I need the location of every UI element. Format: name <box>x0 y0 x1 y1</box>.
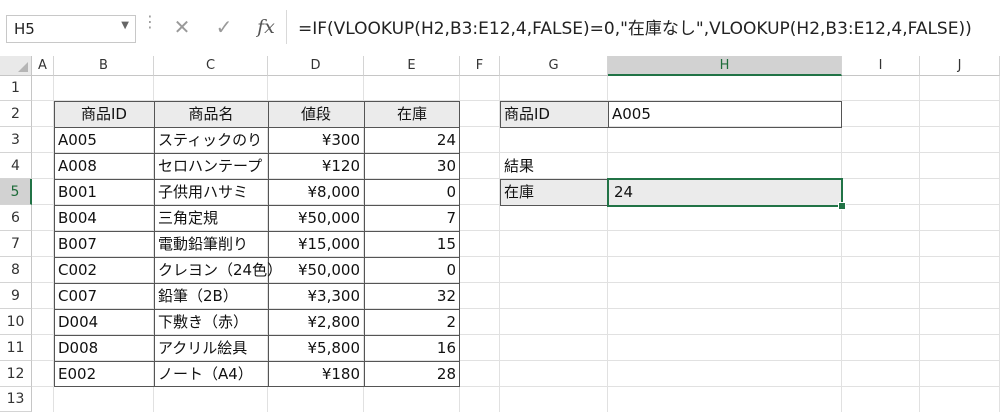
active-cell-selection[interactable] <box>607 178 843 207</box>
row-header-13[interactable]: 13 <box>0 387 32 412</box>
table-divider <box>54 179 460 180</box>
table-header-cell[interactable]: 商品ID <box>54 107 154 122</box>
table-divider <box>54 335 460 336</box>
table-cell[interactable]: D004 <box>58 315 98 330</box>
table-divider <box>54 127 460 128</box>
table-cell[interactable]: 28 <box>364 367 456 382</box>
row-header-5[interactable]: 5 <box>0 179 32 205</box>
table-cell[interactable]: スティックのり <box>158 133 262 148</box>
confirm-icon[interactable]: ✓ <box>210 12 238 42</box>
table-cell[interactable]: ¥5,800 <box>268 341 361 356</box>
table-cell[interactable]: 32 <box>364 289 456 304</box>
table-divider <box>154 101 155 387</box>
table-cell[interactable]: ¥8,000 <box>268 185 361 200</box>
table-cell[interactable]: 鉛筆（2B） <box>158 289 238 304</box>
table-cell[interactable]: 2 <box>364 315 456 330</box>
table-cell[interactable]: 30 <box>364 159 456 174</box>
table-cell[interactable]: ¥120 <box>268 159 360 174</box>
column-header-h[interactable]: H <box>608 56 842 76</box>
table-divider <box>54 205 460 206</box>
select-all-icon <box>18 62 28 72</box>
column-header-i[interactable]: I <box>842 56 920 76</box>
worksheet-grid[interactable]: A B C D E F G H I J 1 2 3 4 5 6 7 8 9 10… <box>0 56 1000 412</box>
table-cell[interactable]: 15 <box>364 237 456 252</box>
name-box-value: H5 <box>14 20 35 38</box>
table-divider <box>54 361 460 362</box>
row-header-6[interactable]: 6 <box>0 205 32 231</box>
table-cell[interactable]: ノート（A4） <box>158 367 253 382</box>
table-cell[interactable]: B001 <box>58 185 97 200</box>
cancel-icon[interactable]: ✕ <box>168 12 196 42</box>
table-cell[interactable]: ¥50,000 <box>268 263 360 278</box>
table-cell[interactable]: 子供用ハサミ <box>158 185 248 200</box>
table-cell[interactable]: ¥15,000 <box>268 237 360 252</box>
table-cell[interactable]: B007 <box>58 237 97 252</box>
table-divider <box>54 231 460 232</box>
lookup-id-value[interactable]: A005 <box>612 107 651 122</box>
row-header-4[interactable]: 4 <box>0 153 32 179</box>
row-header-9[interactable]: 9 <box>0 283 32 309</box>
fill-handle[interactable] <box>838 202 846 210</box>
row-header-12[interactable]: 12 <box>0 361 32 387</box>
column-header-g[interactable]: G <box>500 56 608 76</box>
column-header-c[interactable]: C <box>154 56 268 76</box>
row-header-2[interactable]: 2 <box>0 101 32 127</box>
table-cell[interactable]: B004 <box>58 211 97 226</box>
gridline <box>32 386 1000 387</box>
table-cell[interactable]: 24 <box>364 133 456 148</box>
table-cell[interactable]: 電動鉛筆削り <box>158 237 248 252</box>
lookup-id-divider <box>608 101 609 128</box>
column-header-d[interactable]: D <box>268 56 364 76</box>
chevron-down-icon[interactable]: ▼ <box>121 20 129 31</box>
table-cell[interactable]: C007 <box>58 289 97 304</box>
row-header-1[interactable]: 1 <box>0 76 32 101</box>
table-cell[interactable]: 7 <box>364 211 456 226</box>
table-divider <box>54 153 460 154</box>
name-box[interactable]: H5 ▼ <box>6 15 136 43</box>
table-cell[interactable]: アクリル絵具 <box>158 341 247 356</box>
more-options-icon[interactable]: ⋮ <box>142 14 158 30</box>
formula-input[interactable]: =IF(VLOOKUP(H2,B3:E12,4,FALSE)=0,"在庫なし",… <box>298 14 972 39</box>
table-cell[interactable]: C002 <box>58 263 97 278</box>
formula-bar: H5 ▼ ⋮ ✕ ✓ fx =IF(VLOOKUP(H2,B3:E12,4,FA… <box>0 0 1000 57</box>
table-cell[interactable]: E002 <box>58 367 96 382</box>
table-cell[interactable]: 三角定規 <box>158 211 218 226</box>
column-header-a[interactable]: A <box>32 56 54 76</box>
table-header-cell[interactable]: 商品名 <box>154 107 268 122</box>
table-cell[interactable]: ¥50,000 <box>268 211 360 226</box>
lookup-id-label[interactable]: 商品ID <box>504 107 550 122</box>
table-cell[interactable]: ¥2,800 <box>268 315 361 330</box>
row-header-7[interactable]: 7 <box>0 231 32 257</box>
table-divider <box>54 309 460 310</box>
row-header-11[interactable]: 11 <box>0 335 32 361</box>
row-header-10[interactable]: 10 <box>0 309 32 335</box>
row-header-3[interactable]: 3 <box>0 127 32 153</box>
table-cell[interactable]: 0 <box>364 263 456 278</box>
column-header-f[interactable]: F <box>460 56 500 76</box>
result-label[interactable]: 在庫 <box>504 185 534 200</box>
result-heading[interactable]: 結果 <box>504 159 534 174</box>
table-header-cell[interactable]: 値段 <box>268 107 364 122</box>
formula-separator <box>286 10 287 44</box>
table-cell[interactable]: ¥300 <box>268 133 360 148</box>
table-cell[interactable]: A005 <box>58 133 97 148</box>
table-cell[interactable]: 16 <box>364 341 456 356</box>
table-divider <box>54 283 460 284</box>
insert-function-icon[interactable]: fx <box>252 12 280 42</box>
column-header-e[interactable]: E <box>364 56 460 76</box>
table-cell[interactable]: ¥3,300 <box>268 289 361 304</box>
table-cell[interactable]: 下敷き（赤） <box>158 315 248 330</box>
table-cell[interactable]: 0 <box>364 185 456 200</box>
table-cell[interactable]: D008 <box>58 341 98 356</box>
select-all-corner[interactable] <box>0 56 32 76</box>
table-cell[interactable]: セロハンテープ <box>158 159 262 174</box>
table-cell[interactable]: A008 <box>58 159 97 174</box>
table-cell[interactable]: ¥180 <box>268 367 360 382</box>
row-header-8[interactable]: 8 <box>0 257 32 283</box>
column-header-b[interactable]: B <box>54 56 154 76</box>
table-header-cell[interactable]: 在庫 <box>364 107 460 122</box>
table-cell[interactable]: クレヨン（24色） <box>158 263 282 278</box>
table-divider <box>54 257 460 258</box>
column-header-j[interactable]: J <box>920 56 1000 76</box>
